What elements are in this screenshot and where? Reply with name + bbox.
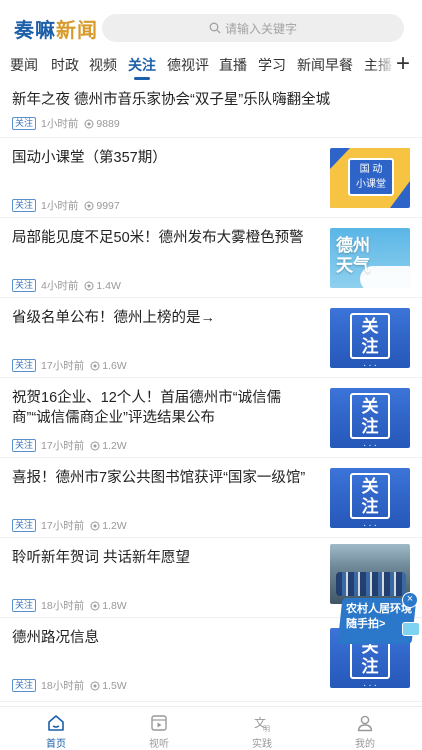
news-meta: 关注 1小时前 9889 bbox=[12, 116, 120, 131]
news-views: 9889 bbox=[96, 117, 120, 130]
news-title: 聆听新年贺词 共话新年愿望 bbox=[12, 550, 191, 566]
nav-practice[interactable]: 文明 实践 bbox=[232, 713, 292, 750]
news-title: 局部能见度不足50米！德州发布大雾橙色预警 bbox=[12, 230, 304, 246]
tab-xuexi[interactable]: 学习 bbox=[258, 55, 286, 75]
user-icon bbox=[357, 715, 373, 732]
news-tag: 关注 bbox=[12, 359, 37, 372]
practice-icon: 文明 bbox=[254, 715, 270, 733]
tab-yaowen[interactable]: 要闻 bbox=[10, 55, 38, 75]
news-tag: 关注 bbox=[12, 199, 37, 212]
news-tag: 关注 bbox=[12, 599, 37, 612]
news-title: 国动小课堂（第357期） bbox=[12, 150, 167, 166]
tab-deshiping[interactable]: 德视评 bbox=[167, 55, 209, 75]
app-header: 奏嘛新闻 请输入关键字 bbox=[0, 0, 422, 50]
channel-tabs: 要闻 时政 视频 关注 德视评 直播 学习 新闻早餐 主播 + bbox=[0, 50, 422, 82]
news-time: 17小时前 bbox=[41, 360, 85, 372]
news-title: 祝贺16企业、12个人！首届德州市“诚信儒商”“诚信儒商企业”评选结果公布 bbox=[12, 390, 282, 426]
news-tag: 关注 bbox=[12, 519, 37, 532]
news-tag: 关注 bbox=[12, 117, 37, 130]
news-tag: 关注 bbox=[12, 279, 37, 292]
nav-label: 我的 bbox=[355, 739, 375, 750]
nav-profile[interactable]: 我的 bbox=[335, 713, 395, 750]
news-tag: 关注 bbox=[12, 679, 37, 692]
news-time: 4小时前 bbox=[41, 280, 79, 292]
search-placeholder: 请输入关键字 bbox=[224, 21, 297, 36]
nav-label: 视听 bbox=[149, 739, 169, 750]
news-thumbnail: 关 注 ··· bbox=[330, 388, 410, 448]
svg-text:明: 明 bbox=[263, 725, 270, 733]
news-views: 1.6W bbox=[102, 359, 127, 372]
news-meta: 关注 17小时前 1.6W bbox=[12, 358, 127, 373]
news-time: 18小时前 bbox=[41, 600, 85, 612]
news-item[interactable]: 喜报！德州市7家公共图书馆获评“国家一级馆” 关注 17小时前 1.2W 关 注… bbox=[0, 458, 422, 538]
news-thumbnail: 关 注 ··· bbox=[330, 468, 410, 528]
news-item[interactable]: 国动小课堂（第357期） 关注 1小时前 9997 国 动 小课堂 bbox=[0, 138, 422, 218]
news-title: 省级名单公布！德州上榜的是→ bbox=[12, 310, 215, 326]
news-views: 1.4W bbox=[96, 279, 121, 292]
thumbnail-label: 关 注 bbox=[350, 473, 390, 519]
news-time: 17小时前 bbox=[41, 520, 85, 532]
views-icon bbox=[90, 601, 100, 610]
news-time: 1小时前 bbox=[41, 200, 79, 212]
tab-guanzhu[interactable]: 关注 bbox=[128, 55, 156, 75]
news-views: 9997 bbox=[96, 199, 120, 212]
close-icon[interactable]: × bbox=[402, 592, 418, 608]
nav-home[interactable]: 首页 bbox=[26, 713, 86, 750]
views-icon bbox=[90, 361, 100, 370]
news-thumbnail: 德州 天气 bbox=[330, 228, 410, 288]
app-logo[interactable]: 奏嘛新闻 bbox=[14, 14, 98, 43]
news-meta: 关注 17小时前 1.2W bbox=[12, 518, 127, 533]
views-icon bbox=[84, 281, 94, 290]
news-item[interactable]: 省级名单公布！德州上榜的是→ 关注 17小时前 1.6W 关 注 ··· bbox=[0, 298, 422, 378]
news-meta: 关注 1小时前 9997 bbox=[12, 198, 120, 213]
thumbnail-label: 关 注 bbox=[350, 393, 390, 439]
tab-xinwenzaocan[interactable]: 新闻早餐 bbox=[297, 55, 353, 75]
news-views: 1.8W bbox=[102, 599, 127, 612]
plus-icon[interactable]: + bbox=[392, 52, 414, 76]
news-title: 德州路况信息 bbox=[12, 630, 99, 646]
tab-shipin[interactable]: 视频 bbox=[89, 55, 117, 75]
news-views: 1.2W bbox=[102, 439, 127, 452]
floating-ad[interactable]: 农村人居环境 随手拍> × bbox=[337, 592, 422, 648]
news-meta: 关注 17小时前 1.2W bbox=[12, 438, 127, 453]
news-title: 新年之夜 德州市音乐家协会“双子星”乐队嗨翻全城 bbox=[12, 92, 331, 108]
bottom-nav: 首页 视听 文明 实践 我的 bbox=[0, 706, 422, 750]
news-meta: 关注 18小时前 1.8W bbox=[12, 598, 127, 613]
news-item[interactable]: 祝贺16企业、12个人！首届德州市“诚信儒商”“诚信儒商企业”评选结果公布 关注… bbox=[0, 378, 422, 458]
tab-shizheng[interactable]: 时政 bbox=[51, 55, 79, 75]
views-icon bbox=[84, 201, 94, 210]
news-meta: 关注 18小时前 1.5W bbox=[12, 678, 127, 693]
news-thumbnail: 关 注 ··· bbox=[330, 308, 410, 368]
logo-text-primary: 奏嘛 bbox=[14, 20, 56, 42]
thumbnail-label: 国 动 小课堂 bbox=[348, 158, 394, 196]
news-views: 1.2W bbox=[102, 519, 127, 532]
news-time: 17小时前 bbox=[41, 440, 85, 452]
news-tag: 关注 bbox=[12, 439, 37, 452]
video-icon bbox=[151, 715, 167, 731]
views-icon bbox=[90, 681, 100, 690]
news-meta: 关注 4小时前 1.4W bbox=[12, 278, 121, 293]
active-tab-indicator bbox=[134, 77, 150, 80]
views-icon bbox=[90, 521, 100, 530]
news-time: 1小时前 bbox=[41, 118, 79, 130]
views-icon bbox=[84, 119, 94, 128]
nav-video[interactable]: 视听 bbox=[129, 713, 189, 750]
thumbnail-label: 德州 天气 bbox=[336, 236, 370, 275]
tab-zhibo[interactable]: 直播 bbox=[219, 55, 247, 75]
news-title: 喜报！德州市7家公共图书馆获评“国家一级馆” bbox=[12, 470, 306, 486]
search-bar[interactable]: 请输入关键字 bbox=[102, 14, 404, 42]
news-time: 18小时前 bbox=[41, 680, 85, 692]
news-thumbnail: 国 动 小课堂 bbox=[330, 148, 410, 208]
news-item[interactable]: 局部能见度不足50米！德州发布大雾橙色预警 关注 4小时前 1.4W 德州 天气 bbox=[0, 218, 422, 298]
camera-icon bbox=[402, 622, 420, 636]
news-item[interactable]: 新年之夜 德州市音乐家协会“双子星”乐队嗨翻全城 关注 1小时前 9889 bbox=[0, 82, 422, 138]
nav-label: 首页 bbox=[46, 739, 66, 750]
nav-label: 实践 bbox=[252, 739, 272, 750]
views-icon bbox=[90, 441, 100, 450]
news-views: 1.5W bbox=[102, 679, 127, 692]
home-icon bbox=[48, 715, 64, 731]
thumbnail-label: 关 注 bbox=[350, 313, 390, 359]
logo-text-secondary: 新闻 bbox=[56, 20, 98, 42]
search-icon bbox=[209, 22, 221, 34]
